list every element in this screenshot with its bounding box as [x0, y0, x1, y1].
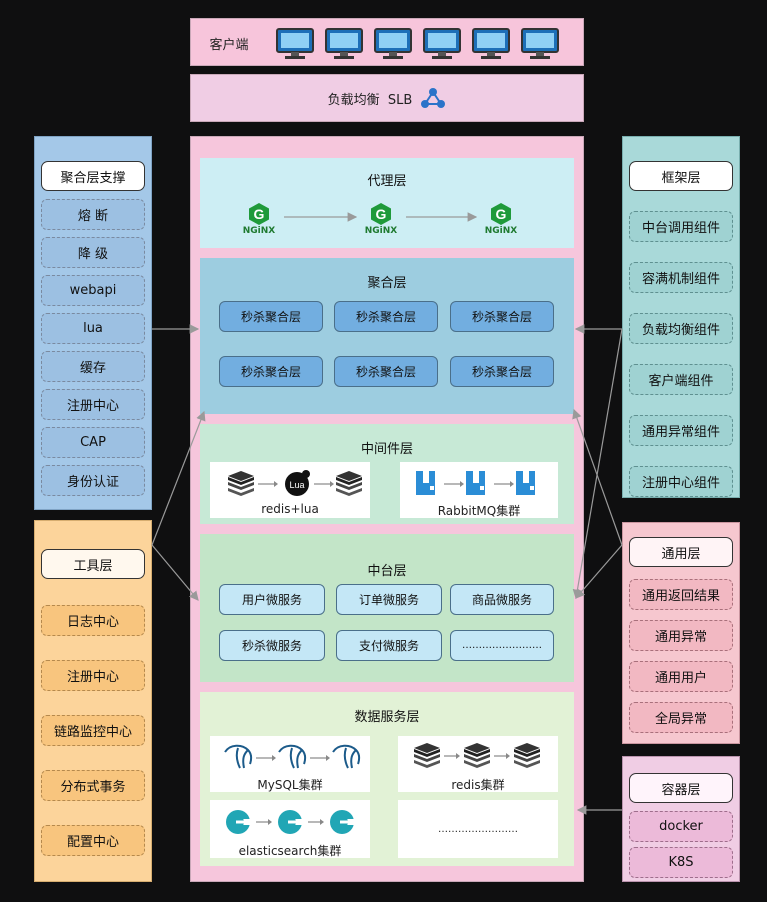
tools-arrow [151, 410, 206, 546]
tools-arrow [151, 544, 199, 601]
framework-arrow [572, 328, 623, 600]
connector-arrows [151, 212, 623, 815]
common-arrow [572, 408, 623, 546]
common-arrow [575, 544, 623, 599]
